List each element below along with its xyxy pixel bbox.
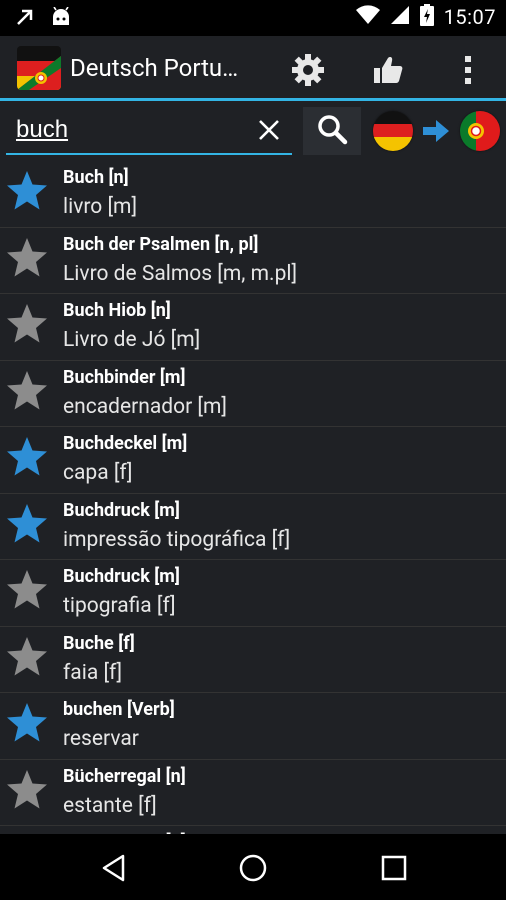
list-item[interactable]: Bücherregal [n] <box>0 826 506 834</box>
list-item[interactable]: Buche [f] faia [f] <box>0 627 506 693</box>
favorite-star-icon[interactable] <box>5 502 49 546</box>
entry-translation: impressão tipográfica [f] <box>63 527 291 552</box>
star-icon[interactable] <box>5 635 49 679</box>
entry-headword: Buch [n] <box>63 167 129 188</box>
entry-headword: Buche [f] <box>63 632 135 654</box>
arrow-notification-icon <box>14 6 36 32</box>
list-item[interactable]: Buchdeckel [m] capa [f] <box>0 427 506 494</box>
entry-headword: Buchbinder [m] <box>63 366 186 388</box>
app-screen: 15:07 Deutsch Portu… buch Buch [n] livro… <box>0 0 506 900</box>
list-item[interactable]: Buch Hiob [n] Livro de Jó [m] <box>0 294 506 361</box>
favorite-star-icon[interactable] <box>5 435 49 479</box>
star-icon[interactable] <box>5 369 49 413</box>
search-icon <box>316 113 348 149</box>
list-item[interactable]: Buchbinder [m] encadernador [m] <box>0 361 506 427</box>
entry-translation: reservar <box>63 727 139 751</box>
entry-headword: Buchdruck [m] <box>63 499 180 521</box>
status-bar: 15:07 <box>0 0 506 36</box>
status-time: 15:07 <box>443 5 496 29</box>
search-box <box>6 109 292 155</box>
entry-translation: encadernador [m] <box>63 394 227 419</box>
portuguese-flag-icon[interactable] <box>460 111 500 151</box>
favorite-star-icon[interactable] <box>5 701 49 745</box>
swap-direction-arrow-icon[interactable] <box>422 119 450 143</box>
entry-headword: Buch der Psalmen [n, pl] <box>63 233 259 255</box>
entry-headword: Buch Hiob [n] <box>63 300 171 321</box>
thumbs-up-icon[interactable] <box>370 52 406 88</box>
star-icon[interactable] <box>5 302 49 346</box>
entry-headword: Buchdeckel [m] <box>63 433 188 454</box>
favorite-star-icon[interactable] <box>5 169 49 213</box>
app-logo-flag-icon <box>17 46 61 90</box>
entry-headword: buchen [Verb] <box>63 699 175 720</box>
german-flag-icon[interactable] <box>373 111 413 151</box>
entry-translation: capa [f] <box>63 461 133 485</box>
search-row <box>0 101 506 161</box>
recents-nav-icon[interactable] <box>374 848 414 888</box>
result-list[interactable]: Buch [n] livro [m] Buch der Psalmen [n, pl… <box>0 161 506 834</box>
home-nav-icon[interactable] <box>233 848 273 888</box>
entry-translation: faia [f] <box>63 660 123 685</box>
clear-search-icon[interactable] <box>254 115 284 145</box>
list-item[interactable]: Buchdruck [m] tipografia [f] <box>0 560 506 627</box>
app-title: Deutsch Portu… <box>70 54 239 82</box>
star-icon[interactable] <box>5 768 49 812</box>
navigation-bar <box>0 834 506 900</box>
list-item[interactable]: Buch der Psalmen [n, pl] Livro de Salmos … <box>0 228 506 294</box>
entry-headword: Bücherregal [n] <box>63 765 186 787</box>
list-item[interactable]: Bücherregal [n] estante [f] <box>0 760 506 826</box>
overflow-menu-icon[interactable] <box>450 52 486 88</box>
settings-gear-icon[interactable] <box>290 52 326 88</box>
android-notification-icon <box>50 6 72 31</box>
entry-translation: tipografia [f] <box>63 594 176 618</box>
search-button[interactable] <box>303 107 361 155</box>
search-input[interactable] <box>16 115 236 145</box>
battery-icon <box>419 4 434 30</box>
list-item[interactable]: buchen [Verb] reservar <box>0 693 506 760</box>
entry-translation: estante [f] <box>63 793 157 818</box>
list-item[interactable]: Buch [n] livro [m] <box>0 161 506 228</box>
signal-icon <box>390 5 410 29</box>
entry-headword: Buchdruck [m] <box>63 566 180 587</box>
action-bar: Deutsch Portu… <box>0 36 506 100</box>
star-icon[interactable] <box>5 568 49 612</box>
entry-translation: Livro de Salmos [m, m.pl] <box>63 261 298 286</box>
list-item[interactable]: Buchdruck [m] impressão tipográfica [f] <box>0 494 506 560</box>
entry-translation: Livro de Jó [m] <box>63 328 201 352</box>
star-icon[interactable] <box>5 236 49 280</box>
wifi-icon <box>355 5 380 29</box>
entry-translation: livro [m] <box>63 195 138 219</box>
back-nav-icon[interactable] <box>94 848 134 888</box>
